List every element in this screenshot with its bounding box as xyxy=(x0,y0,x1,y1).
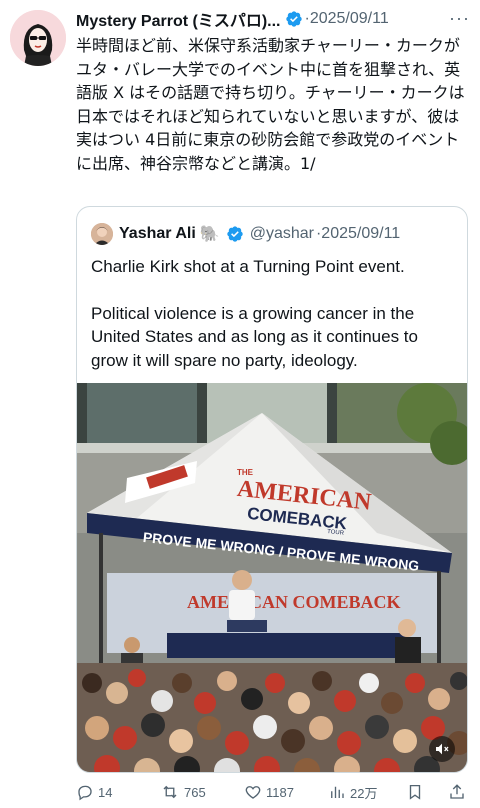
quoted-paragraph-1: Charlie Kirk shot at a Turning Point eve… xyxy=(91,257,405,276)
quoted-tweet[interactable]: Yashar Ali 🐘 @yashar ·2025/09/11 Charlie… xyxy=(76,206,468,773)
author-name[interactable]: Mystery Parrot (ミスパロ)... xyxy=(76,7,281,31)
share-icon xyxy=(450,784,464,799)
quoted-author-avatar xyxy=(91,223,113,245)
repost-button[interactable]: 765 xyxy=(160,783,206,801)
reply-icon xyxy=(78,785,92,801)
heart-icon xyxy=(245,786,261,799)
repost-count: 765 xyxy=(184,784,206,800)
event-photo: PROVE ME WRONG / PROVE ME WRONG THE AMER… xyxy=(77,383,467,772)
reply-button[interactable]: 14 xyxy=(76,783,112,801)
repost-icon xyxy=(163,785,177,799)
quoted-tweet-text: Charlie Kirk shot at a Turning Point eve… xyxy=(91,255,457,372)
tweet-text: 半時間ほど前、米保守系活動家チャーリー・カークがユタ・バレー大学でのイベント中に… xyxy=(76,36,465,173)
quoted-verified-badge-icon xyxy=(226,225,244,243)
quoted-tweet-date: ·2025/09/11 xyxy=(315,225,401,242)
mute-icon[interactable] xyxy=(429,736,455,762)
quoted-media-video[interactable]: PROVE ME WRONG / PROVE ME WRONG THE AMER… xyxy=(77,383,467,772)
tweet-date[interactable]: ·2025/09/11 xyxy=(305,10,389,28)
quoted-paragraph-2: Political violence is a growing cancer i… xyxy=(91,303,418,370)
like-button[interactable]: 1187 xyxy=(244,783,294,801)
verified-badge-icon xyxy=(285,10,303,28)
views-chart-icon xyxy=(331,786,344,798)
views-count: 22万 xyxy=(350,785,378,801)
quoted-author-handle: @yashar xyxy=(249,225,314,242)
stage-banner-text: AMERICAN COMEBACK xyxy=(187,592,401,612)
views-button[interactable]: 22万 xyxy=(328,783,377,802)
tweet-header: Mystery Parrot (ミスパロ)... ·2025/09/11 ··· xyxy=(76,6,470,32)
quoted-author-name: Yashar Ali xyxy=(119,225,196,242)
author-avatar[interactable] xyxy=(10,10,66,66)
share-button[interactable] xyxy=(448,783,466,801)
bookmark-icon xyxy=(409,784,421,800)
more-options-icon[interactable]: ··· xyxy=(449,8,470,29)
bookmark-button[interactable] xyxy=(406,783,424,801)
elephant-emoji-icon: 🐘 xyxy=(199,226,220,243)
quoted-tweet-header: Yashar Ali 🐘 @yashar ·2025/09/11 xyxy=(91,219,459,249)
avatar-illustration xyxy=(10,10,66,66)
like-count: 1187 xyxy=(266,784,294,800)
tweet-action-bar: 14 765 1187 22万 xyxy=(76,776,472,808)
reply-count: 14 xyxy=(98,784,113,800)
